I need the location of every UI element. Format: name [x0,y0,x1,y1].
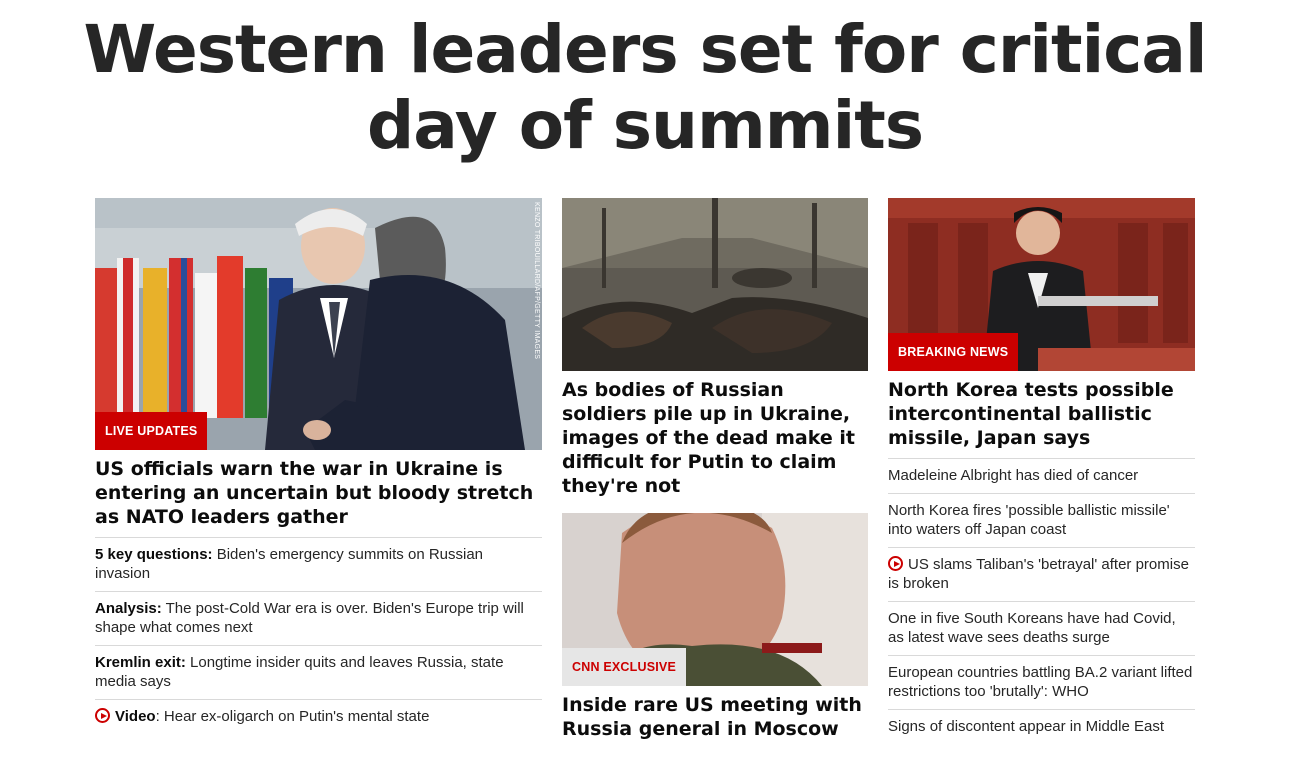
item-text: US slams Taliban's 'betrayal' after prom… [888,556,1189,592]
play-icon [888,556,903,571]
item-prefix: Kremlin exit: [95,654,186,671]
list-item[interactable]: 5 key questions: Biden's emergency summi… [95,537,542,591]
lead-story-title[interactable]: US officials warn the war in Ukraine is … [95,457,542,529]
north-korea-image[interactable]: BREAKING NEWS [888,198,1195,371]
right-headlines-list: Madeleine Albright has died of cancer No… [888,458,1195,744]
image-credit: KENZO TRIBOUILLARD/AFP/GETTY IMAGES [533,202,540,360]
middle-column: As bodies of Russian soldiers pile up in… [562,198,868,741]
right-column: BREAKING NEWS North Korea tests possible… [888,198,1195,744]
destroyed-vehicles-image[interactable] [562,198,868,371]
middle-story-2-title[interactable]: Inside rare US meeting with Russia gener… [562,693,868,741]
lead-story-column: KENZO TRIBOUILLARD/AFP/GETTY IMAGES LIVE… [95,198,542,734]
list-item[interactable]: US slams Taliban's 'betrayal' after prom… [888,547,1195,601]
headline-line-2[interactable]: day of summits [367,87,924,164]
list-item[interactable]: One in five South Koreans have had Covid… [888,601,1195,655]
list-item[interactable]: European countries battling BA.2 variant… [888,655,1195,709]
live-updates-badge: LIVE UPDATES [95,412,208,450]
lead-story-image[interactable]: KENZO TRIBOUILLARD/AFP/GETTY IMAGES LIVE… [95,198,542,450]
item-prefix: Video [115,708,156,725]
item-prefix: 5 key questions: [95,546,213,563]
list-item[interactable]: North Korea fires 'possible ballistic mi… [888,493,1195,547]
russian-general-image[interactable]: CNN EXCLUSIVE [562,513,868,686]
list-item[interactable]: Kremlin exit: Longtime insider quits and… [95,645,542,699]
list-item[interactable]: Signs of discontent appear in Middle Eas… [888,709,1195,744]
list-item[interactable]: Madeleine Albright has died of cancer [888,458,1195,493]
right-story-title[interactable]: North Korea tests possible intercontinen… [888,378,1195,450]
lead-related-list: 5 key questions: Biden's emergency summi… [95,537,542,734]
cnn-exclusive-badge: CNN EXCLUSIVE [562,648,687,686]
headline-line-1[interactable]: Western leaders set for critical [84,11,1208,88]
list-item[interactable]: Analysis: The post-Cold War era is over.… [95,591,542,645]
item-prefix: Analysis: [95,600,162,617]
item-text: : Hear ex-oligarch on Putin's mental sta… [155,708,430,725]
middle-story-1-title[interactable]: As bodies of Russian soldiers pile up in… [562,378,868,498]
main-headline[interactable]: Western leaders set for critical day of … [0,12,1290,164]
play-icon [95,708,110,723]
breaking-news-badge: BREAKING NEWS [888,333,1019,371]
list-item[interactable]: Video: Hear ex-oligarch on Putin's menta… [95,699,542,734]
